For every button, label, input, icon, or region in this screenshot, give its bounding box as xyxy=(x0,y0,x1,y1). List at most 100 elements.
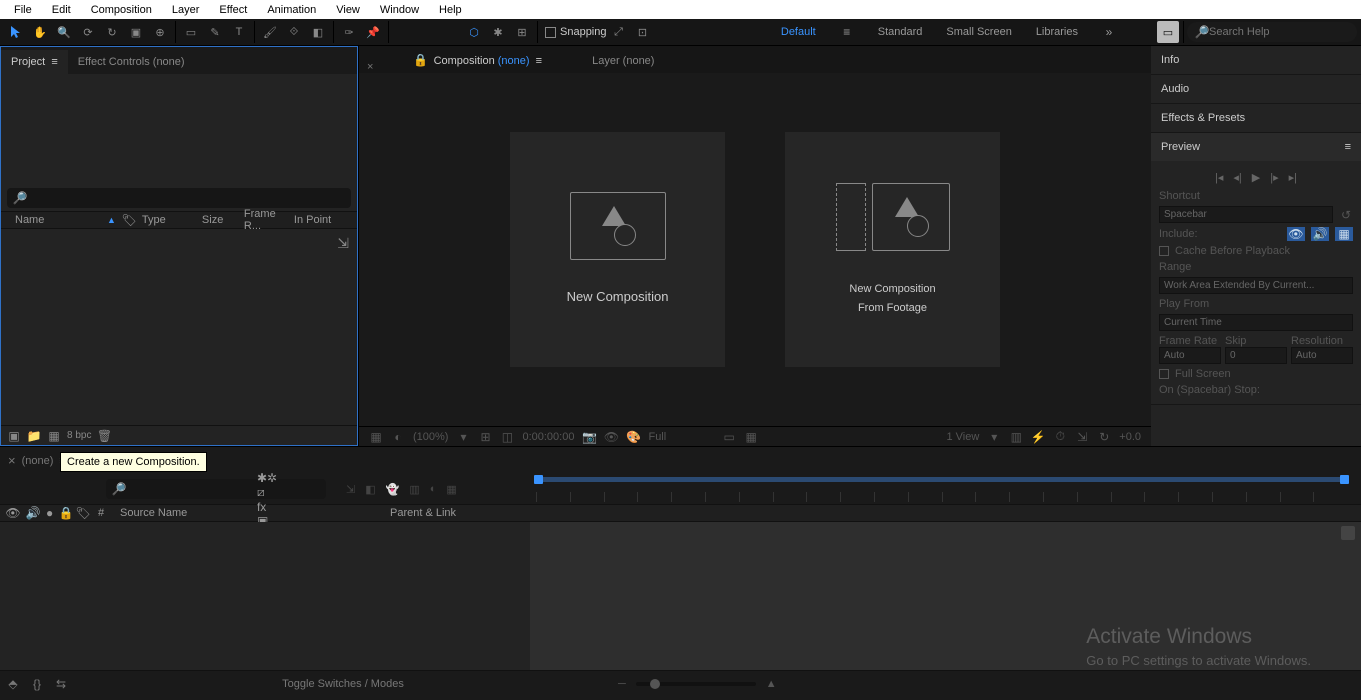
mask-icon[interactable]: ◐ xyxy=(391,430,405,444)
selection-tool-icon[interactable] xyxy=(5,21,27,43)
hand-tool-icon[interactable]: ✋ xyxy=(29,21,51,43)
roto-tool-icon[interactable]: ✑ xyxy=(338,21,360,43)
snapping-toggle[interactable]: Snapping xyxy=(545,26,607,38)
zoom-slider[interactable] xyxy=(636,682,756,686)
project-item-list[interactable]: ⇲ xyxy=(1,229,357,425)
clone-tool-icon[interactable]: ⟐ xyxy=(283,21,305,43)
region-icon[interactable]: ▭ xyxy=(722,430,736,444)
col-parent-link[interactable]: Parent & Link xyxy=(384,505,524,521)
workspace-overflow-icon[interactable]: » xyxy=(1102,25,1116,39)
graph-editor-icon[interactable]: ▦ xyxy=(446,483,456,496)
brush-tool-icon[interactable]: 🖌 xyxy=(259,21,281,43)
tab-composition[interactable]: 🔒 Composition (none) ≡ xyxy=(403,47,552,73)
panel-preview[interactable]: Preview≡ xyxy=(1151,133,1361,161)
panel-audio[interactable]: Audio xyxy=(1151,75,1361,103)
camera-tool-icon[interactable]: ▣ xyxy=(125,21,147,43)
grid-icon[interactable]: ⊞ xyxy=(478,430,492,444)
label-col-icon[interactable]: 🏷 xyxy=(122,213,136,227)
zoom-tool-icon[interactable]: 🔍 xyxy=(53,21,75,43)
menu-animation[interactable]: Animation xyxy=(257,1,326,19)
text-tool-icon[interactable]: T xyxy=(228,21,250,43)
playfrom-select[interactable]: Current Time xyxy=(1159,314,1353,331)
timeline-search[interactable]: 🔎 xyxy=(106,479,326,499)
resolution-icon[interactable]: ▾ xyxy=(456,430,470,444)
fast-preview-icon[interactable]: ⚡ xyxy=(1031,430,1045,444)
skip-select[interactable]: 0 xyxy=(1225,347,1287,364)
transfer-icon[interactable]: ⇆ xyxy=(54,677,68,691)
local-axis-icon[interactable]: ⬡ xyxy=(463,21,485,43)
menu-help[interactable]: Help xyxy=(429,1,472,19)
frame-blend-icon[interactable]: ▥ xyxy=(409,483,419,496)
timeline-track-area[interactable] xyxy=(530,522,1361,670)
project-search[interactable]: 🔎 xyxy=(7,188,351,208)
menu-view[interactable]: View xyxy=(326,1,370,19)
flowchart-icon[interactable]: ⇲ xyxy=(337,235,349,252)
include-overlays-icon[interactable]: ▦ xyxy=(1335,227,1353,241)
prev-frame-icon[interactable]: ◂| xyxy=(1233,171,1241,184)
trash-icon[interactable]: 🗑 xyxy=(97,429,111,443)
panel-toggle-icon[interactable]: ▭ xyxy=(1157,21,1179,43)
pan-behind-tool-icon[interactable]: ⊕ xyxy=(149,21,171,43)
world-axis-icon[interactable]: ✱ xyxy=(487,21,509,43)
guides-icon[interactable]: ◫ xyxy=(500,430,514,444)
reset-icon[interactable]: ↺ xyxy=(1339,208,1353,222)
tab-effect-controls[interactable]: Effect Controls (none) xyxy=(68,50,195,74)
new-comp-icon[interactable]: ▦ xyxy=(47,429,61,443)
time-readout[interactable]: 0:00:00:00 xyxy=(522,431,574,443)
new-composition-from-footage-button[interactable]: New CompositionFrom Footage xyxy=(785,132,1000,367)
switches-icon[interactable]: ✱✲ ⧄ fx ▣ ◐ ◑ ⬡ xyxy=(260,506,274,520)
resolution-select[interactable]: Full xyxy=(648,431,666,443)
toggle-switches-modes[interactable]: Toggle Switches / Modes xyxy=(78,678,608,690)
show-snapshot-icon[interactable]: 👁 xyxy=(604,430,618,444)
view-layout[interactable]: 1 View xyxy=(946,431,979,443)
play-icon[interactable]: ▶ xyxy=(1252,171,1260,184)
col-name[interactable]: Name xyxy=(1,214,101,226)
pen-tool-icon[interactable]: ✎ xyxy=(204,21,226,43)
first-frame-icon[interactable]: |◂ xyxy=(1215,171,1223,184)
search-help-input[interactable] xyxy=(1209,26,1349,38)
audio-col-icon[interactable]: 🔊 xyxy=(26,506,40,520)
snapshot-icon[interactable]: 📷 xyxy=(582,430,596,444)
view-opts-icon[interactable]: ▾ xyxy=(987,430,1001,444)
toggle-switches-icon[interactable]: ⬘ xyxy=(6,677,20,691)
last-frame-icon[interactable]: ▸| xyxy=(1289,171,1297,184)
col-number[interactable]: # xyxy=(92,505,114,521)
tab-layer[interactable]: Layer (none) xyxy=(582,49,664,73)
workspace-menu-icon[interactable]: ≡ xyxy=(840,25,854,39)
flowchart-icon[interactable]: ⇲ xyxy=(1075,430,1089,444)
view-axis-icon[interactable]: ⊞ xyxy=(511,21,533,43)
menu-edit[interactable]: Edit xyxy=(42,1,81,19)
panel-menu-icon[interactable]: ≡ xyxy=(1345,141,1351,153)
fullscreen-checkbox[interactable]: Full Screen xyxy=(1159,368,1353,380)
workspace-small[interactable]: Small Screen xyxy=(946,26,1011,38)
reset-exposure-icon[interactable]: ↻ xyxy=(1097,430,1111,444)
puppet-tool-icon[interactable]: 📌 xyxy=(362,21,384,43)
rectangle-tool-icon[interactable]: ▭ xyxy=(180,21,202,43)
expand-handle-icon[interactable] xyxy=(1341,526,1355,540)
col-source-name[interactable]: Source Name xyxy=(114,505,254,521)
col-type[interactable]: Type xyxy=(136,214,196,226)
exposure-readout[interactable]: +0.0 xyxy=(1119,431,1141,443)
include-video-icon[interactable]: 👁 xyxy=(1287,227,1305,241)
new-composition-button[interactable]: New Composition xyxy=(510,132,725,367)
menu-file[interactable]: File xyxy=(4,1,42,19)
color-mgmt-icon[interactable]: 🎨 xyxy=(626,430,640,444)
draft3d-icon[interactable]: ◧ xyxy=(365,483,375,496)
range-select[interactable]: Work Area Extended By Current... xyxy=(1159,277,1353,294)
search-help[interactable]: 🔎 xyxy=(1187,22,1357,42)
timeline-icon[interactable]: ⏱ xyxy=(1053,430,1067,444)
orbit-tool-icon[interactable]: ⟳ xyxy=(77,21,99,43)
workspace-standard[interactable]: Standard xyxy=(878,26,923,38)
label-col-icon[interactable]: 🏷 xyxy=(76,506,90,520)
cache-checkbox[interactable]: Cache Before Playback xyxy=(1159,245,1353,257)
col-inpoint[interactable]: In Point xyxy=(288,214,337,226)
panel-info[interactable]: Info xyxy=(1151,46,1361,74)
resolution-select[interactable]: Auto xyxy=(1291,347,1353,364)
pixel-aspect-icon[interactable]: ▥ xyxy=(1009,430,1023,444)
menu-effect[interactable]: Effect xyxy=(209,1,257,19)
close-tab-icon[interactable]: × xyxy=(367,61,373,73)
shortcut-select[interactable]: Spacebar xyxy=(1159,206,1333,223)
comp-mini-flow-icon[interactable]: ⇲ xyxy=(346,483,355,496)
transparency-icon[interactable]: ▦ xyxy=(744,430,758,444)
snap-opt2-icon[interactable]: ⊡ xyxy=(632,21,654,43)
